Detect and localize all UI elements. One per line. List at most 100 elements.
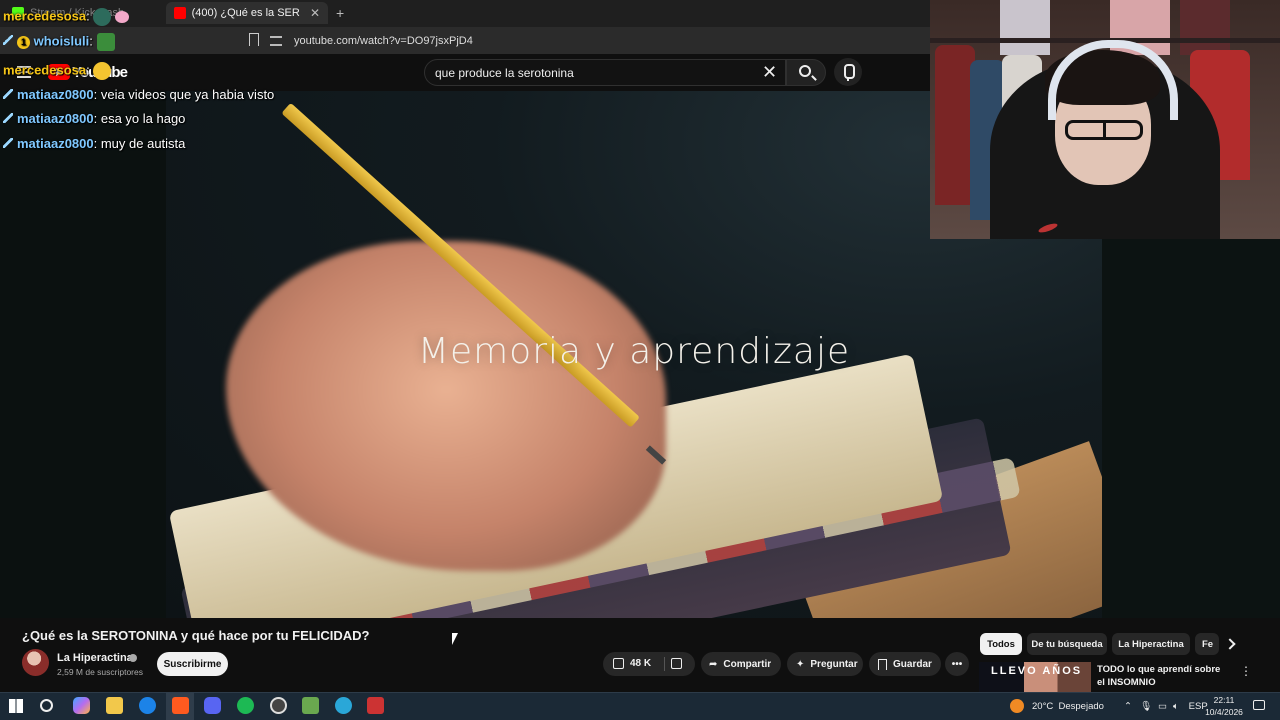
recommended-thumbnail[interactable]: LLEVO AÑOS	[979, 662, 1091, 692]
chip-from-search[interactable]: De tu búsqueda	[1027, 633, 1107, 655]
more-icon: •••	[951, 658, 963, 670]
like-count[interactable]: 48 K	[630, 658, 651, 669]
wall-poster	[1000, 0, 1050, 55]
copilot-icon[interactable]	[73, 697, 90, 714]
chat-text: : muy de autista	[93, 136, 186, 151]
clear-search-icon[interactable]: ✕	[762, 62, 777, 83]
divider	[664, 657, 665, 671]
verified-icon	[129, 654, 137, 662]
like-dislike-group: 48 K	[603, 652, 695, 676]
game-app-icon[interactable]	[302, 697, 319, 714]
hanging-clothes	[935, 45, 975, 205]
tab-youtube[interactable]: (400) ¿Qué es la SEROTONINA y ✕	[166, 2, 328, 24]
subscribe-button[interactable]: Suscribirme	[157, 652, 228, 676]
chat-message: matiaaz0800: muy de autista	[3, 136, 185, 151]
recommended-title[interactable]: TODO lo que aprendí sobre el INSOMNIO	[1097, 663, 1227, 689]
weather-text[interactable]: 20°C Despejado	[1032, 701, 1104, 712]
brain-emote-icon	[115, 11, 129, 23]
clock-time: 22:11	[1213, 695, 1235, 705]
player-letterbox	[0, 91, 166, 618]
wall-poster	[1180, 0, 1230, 55]
chip-all[interactable]: Todos	[980, 633, 1022, 655]
recommended-menu-icon[interactable]: ⋮	[1240, 664, 1252, 678]
notifications-icon[interactable]	[1253, 700, 1265, 710]
more-actions-button[interactable]: •••	[945, 652, 969, 676]
ask-button[interactable]: ✦ Preguntar	[787, 652, 863, 676]
microphone-icon[interactable]: 🎙︎	[1140, 701, 1152, 712]
chat-text: :	[89, 33, 93, 49]
channel-avatar[interactable]	[22, 649, 49, 676]
share-button[interactable]: ➦ Compartir	[701, 652, 781, 676]
youtube-favicon-icon	[174, 7, 186, 19]
save-label: Guardar	[893, 658, 932, 670]
edge-icon[interactable]	[139, 697, 156, 714]
chat-username: matiaaz0800	[17, 87, 94, 102]
dislike-icon[interactable]	[671, 658, 682, 669]
chat-text: :	[86, 62, 90, 78]
chat-username: matiaaz0800	[17, 136, 94, 151]
chat-message: matiaaz0800: esa yo la hago	[3, 111, 185, 126]
save-button[interactable]: Guardar	[869, 652, 941, 676]
chip-channel[interactable]: La Hiperactina	[1112, 633, 1190, 655]
volume-icon[interactable]: 🔈︎	[1173, 701, 1179, 712]
emote-icon	[93, 8, 112, 26]
chat-username: mercedesosa	[3, 62, 87, 78]
tray-expand-icon[interactable]: ⌃	[1124, 701, 1132, 712]
search-button[interactable]	[786, 59, 826, 86]
clock[interactable]: 22:11 10/4/2026	[1202, 694, 1246, 718]
chat-message: matiaaz0800: veia videos que ya habia vi…	[3, 87, 274, 102]
chat-username: mercedesosa	[3, 8, 87, 24]
discord-icon[interactable]	[204, 697, 221, 714]
emote-icon	[96, 33, 115, 51]
chat-text: : esa yo la hago	[93, 111, 186, 126]
search-input[interactable]: que produce la serotonina	[424, 59, 786, 86]
channel-name[interactable]: La Hiperactina	[57, 652, 133, 664]
badge-icon	[3, 35, 13, 46]
network-icon[interactable]: ▭	[1158, 701, 1167, 712]
subscriber-count: 2,59 M de suscriptores	[57, 667, 143, 677]
obs-icon[interactable]	[270, 697, 287, 714]
chat-message: mercedesosa:	[3, 8, 129, 26]
address-bar[interactable]: youtube.com/watch?v=DO97jsxPjD4	[270, 31, 920, 50]
close-tab-icon[interactable]: ✕	[310, 6, 320, 20]
webcam-overlay	[930, 0, 1280, 239]
bookmark-save-icon	[878, 658, 887, 670]
video-app-icon[interactable]	[367, 697, 384, 714]
system-tray: 20°C Despejado ⌃ 🎙︎ ▭ 🔈︎ ESP	[1010, 697, 1208, 715]
spotify-icon[interactable]	[237, 697, 254, 714]
chat-text: :	[86, 8, 90, 24]
windows-start-icon[interactable]	[9, 699, 23, 713]
like-icon[interactable]	[613, 658, 624, 669]
chat-text: : veia videos que ya habia visto	[93, 87, 275, 102]
tab-label: (400) ¿Qué es la SEROTONINA y	[191, 7, 300, 19]
url-text: youtube.com/watch?v=DO97jsxPjD4	[294, 34, 473, 47]
new-tab-button[interactable]: +	[336, 5, 344, 21]
chat-message: 1 whoisluli:	[3, 33, 115, 51]
chat-username: matiaaz0800	[17, 111, 94, 126]
capcut-icon[interactable]	[335, 697, 352, 714]
voice-search-icon[interactable]	[834, 58, 862, 86]
file-explorer-icon[interactable]	[106, 697, 123, 714]
sparkle-icon: ✦	[796, 658, 805, 670]
sub-badge-icon: 1	[17, 35, 30, 49]
search-icon	[799, 65, 811, 77]
badge-icon	[3, 89, 13, 99]
brave-browser-icon[interactable]	[172, 697, 189, 714]
weather-icon[interactable]	[1010, 699, 1024, 713]
chat-username: whoisluli	[33, 33, 90, 49]
share-label: Compartir	[723, 658, 772, 670]
search-taskbar-icon[interactable]	[40, 699, 53, 712]
bookmark-icon[interactable]	[249, 33, 259, 46]
chat-message: mercedesosa:	[3, 62, 112, 80]
video-title: ¿Qué es la SEROTONINA y qué hace por tu …	[22, 628, 370, 643]
badge-icon	[3, 113, 13, 123]
glasses	[1065, 120, 1143, 140]
site-info-icon[interactable]	[270, 35, 282, 46]
share-icon: ➦	[709, 658, 718, 670]
sidebar-background	[1102, 239, 1280, 618]
chip-more[interactable]: Fe	[1195, 633, 1219, 655]
thinking-emote-icon	[93, 62, 112, 80]
mouse-cursor	[452, 633, 458, 645]
thumbnail-text: LLEVO AÑOS	[991, 665, 1083, 677]
badge-icon	[3, 138, 13, 148]
